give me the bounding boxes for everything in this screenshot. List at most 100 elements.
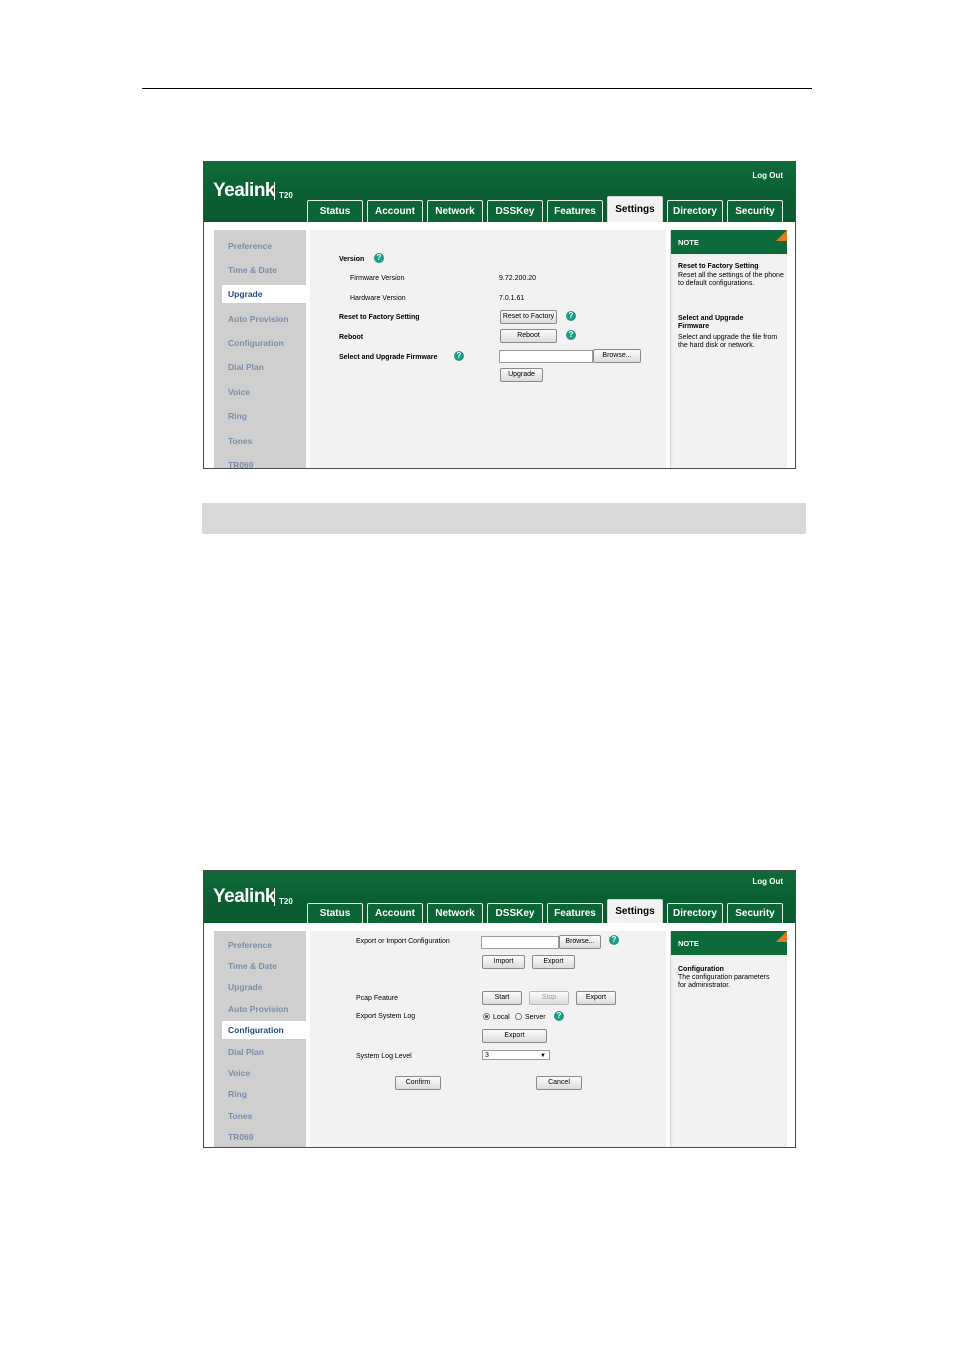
model-label: T20 [279,897,293,906]
pcap-feature-label: Pcap Feature [356,995,399,1002]
note-text-configuration: The configuration parameters for adminis… [678,974,770,989]
tab-settings[interactable]: Settings [607,196,663,222]
yealink-logo: Yealink [213,886,276,907]
sidebar-item-time-date[interactable]: Time & Date [228,265,277,275]
sidebar-item-voice[interactable]: Voice [228,387,250,397]
tab-directory[interactable]: Directory [667,903,723,923]
sidebar-item-preference[interactable]: Preference [228,940,272,950]
sidebar-item-upgrade[interactable]: Upgrade [222,285,312,303]
hardware-version-label: Hardware Version [350,295,406,302]
tab-account[interactable]: Account [367,200,423,222]
top-bar: Yealink T20 Log Out Status Account Netwo… [204,162,795,222]
tab-network[interactable]: Network [427,903,483,923]
reset-to-factory-button[interactable]: Reset to Factory [500,310,557,324]
sidebar-item-time-date[interactable]: Time & Date [228,961,277,971]
stop-button[interactable]: Stop [529,991,569,1005]
chevron-down-icon: ▼ [540,1053,546,1059]
note-heading-firmware: Select and Upgrade Firmware [678,315,744,330]
tab-features[interactable]: Features [547,903,603,923]
tab-status[interactable]: Status [307,200,363,222]
sidebar-item-tones[interactable]: Tones [228,1111,252,1121]
syslog-export-button[interactable]: Export [482,1029,547,1043]
server-radio[interactable] [515,1013,522,1020]
note-corner-icon [776,230,787,241]
pcap-export-button[interactable]: Export [576,991,616,1005]
main-tabs: Status Account Network DSSKey Features S… [307,196,787,222]
configuration-form: Export or Import Configuration Browse...… [310,931,666,1147]
log-level-select[interactable]: 3 ▼ [482,1050,550,1060]
sidebar-item-ring[interactable]: Ring [228,411,247,421]
help-icon[interactable]: ? [374,253,384,263]
start-button[interactable]: Start [482,991,522,1005]
tab-status[interactable]: Status [307,903,363,923]
sidebar-item-upgrade[interactable]: Upgrade [228,982,262,992]
upgrade-page-screenshot: Yealink T20 Log Out Status Account Netwo… [203,161,796,469]
top-bar: Yealink T20 Log Out Status Account Netwo… [204,871,795,923]
import-button[interactable]: Import [482,955,525,969]
log-level-value: 3 [485,1052,489,1059]
sidebar-item-tr069[interactable]: TR069 [228,460,254,468]
upgrade-form: Version ? Firmware Version 9.72.200.20 H… [310,230,666,468]
settings-sidebar: Preference Time & Date Upgrade Auto Prov… [214,230,312,468]
sidebar-item-auto-provision[interactable]: Auto Provision [228,314,288,324]
sidebar-item-ring[interactable]: Ring [228,1089,247,1099]
sidebar-item-tones[interactable]: Tones [228,436,252,446]
yealink-logo: Yealink [213,180,276,201]
help-icon[interactable]: ? [554,1011,564,1021]
tab-directory[interactable]: Directory [667,200,723,222]
sidebar-item-dial-plan[interactable]: Dial Plan [228,362,264,372]
note-content: Configuration The configuration paramete… [673,958,785,1147]
tab-account[interactable]: Account [367,903,423,923]
sidebar-item-dial-plan[interactable]: Dial Plan [228,1047,264,1057]
reboot-label: Reboot [339,334,364,341]
help-icon[interactable]: ? [454,351,464,361]
server-option-label: Server [525,1014,546,1021]
sidebar-item-configuration[interactable]: Configuration [228,338,284,348]
tab-settings[interactable]: Settings [607,899,663,923]
select-upgrade-firmware-label: Select and Upgrade Firmware [339,354,438,361]
version-label: Version [339,256,365,263]
config-file-input[interactable] [481,936,559,949]
firmware-file-input[interactable] [499,350,593,363]
note-title: NOTE [678,238,699,247]
sidebar-item-configuration[interactable]: Configuration [222,1021,312,1039]
sidebar-item-preference[interactable]: Preference [228,241,272,251]
hardware-version-value: 7.0.1.61 [499,295,525,302]
help-icon[interactable]: ? [566,330,576,340]
settings-sidebar: Preference Time & Date Upgrade Auto Prov… [214,931,312,1147]
export-import-label: Export or Import Configuration [356,938,450,945]
help-icon[interactable]: ? [566,311,576,321]
caption-band [202,503,806,534]
note-heading-configuration: Configuration [678,966,724,973]
sidebar-item-tr069[interactable]: TR069 [228,1132,254,1142]
upgrade-button[interactable]: Upgrade [500,368,543,382]
tab-security[interactable]: Security [727,903,783,923]
note-corner-icon [776,931,787,942]
confirm-button[interactable]: Confirm [395,1076,441,1090]
tab-features[interactable]: Features [547,200,603,222]
local-radio[interactable] [483,1013,490,1020]
logo-divider [274,182,275,200]
page-body: Preference Time & Date Upgrade Auto Prov… [204,222,795,468]
export-system-log-label: Export System Log [356,1013,416,1020]
logout-link[interactable]: Log Out [752,171,783,180]
cancel-button[interactable]: Cancel [536,1076,582,1090]
main-tabs: Status Account Network DSSKey Features S… [307,899,787,923]
browse-button[interactable]: Browse... [559,935,601,949]
note-panel: NOTE Configuration The configuration par… [670,931,787,1147]
help-icon[interactable]: ? [609,935,619,945]
export-config-button[interactable]: Export [532,955,575,969]
sidebar-item-voice[interactable]: Voice [228,1068,250,1078]
tab-security[interactable]: Security [727,200,783,222]
tab-dsskey[interactable]: DSSKey [487,200,543,222]
note-header: NOTE [671,931,787,955]
sidebar-item-auto-provision[interactable]: Auto Provision [228,1004,288,1014]
note-content: Reset to Factory Setting Reset all the s… [673,257,785,468]
note-text-reset: Reset all the settings of the phone to d… [678,272,784,287]
logout-link[interactable]: Log Out [752,877,783,886]
tab-network[interactable]: Network [427,200,483,222]
reboot-button[interactable]: Reboot [500,329,557,343]
tab-dsskey[interactable]: DSSKey [487,903,543,923]
browse-button[interactable]: Browse... [593,349,641,363]
page-body: Preference Time & Date Upgrade Auto Prov… [204,923,795,1147]
